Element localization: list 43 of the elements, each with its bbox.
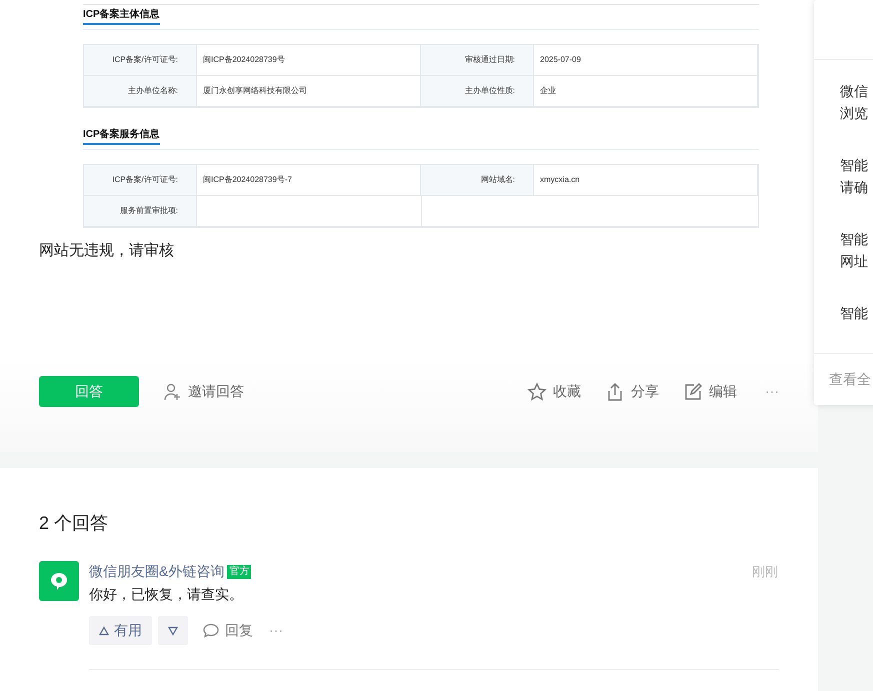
field-value: 闽ICP备2024028739号	[203, 54, 285, 66]
section-title: ICP备案服务信息	[83, 128, 160, 145]
reply-button[interactable]: 回复	[202, 620, 253, 641]
comment-icon	[202, 622, 220, 640]
field-value: xmycxia.cn	[540, 174, 580, 186]
field-label: 审核通过日期:	[464, 54, 515, 66]
field-value: 企业	[540, 85, 556, 97]
edit-button[interactable]: 编辑	[683, 376, 737, 407]
useful-button[interactable]: 有用	[89, 616, 152, 645]
field-label: ICP备案/许可证号:	[112, 54, 178, 66]
edit-icon	[683, 382, 703, 402]
recommended-text: 浏览	[840, 104, 869, 123]
chat-bubble-icon	[49, 571, 69, 591]
share-button[interactable]: 分享	[605, 376, 659, 407]
author-name[interactable]: 微信朋友圈&外链咨询	[89, 561, 224, 582]
downvote-button[interactable]	[158, 616, 188, 645]
recommended-text: 网址	[840, 252, 869, 271]
recommended-title[interactable]: 微信	[840, 80, 873, 102]
section-title: ICP备案主体信息	[83, 8, 160, 25]
answers-heading: 2 个回答	[39, 512, 110, 535]
recommended-title[interactable]: 智能	[840, 154, 873, 176]
star-icon	[527, 382, 547, 402]
recommended-title[interactable]: 智能	[840, 228, 873, 250]
field-label: 主办单位名称:	[128, 85, 178, 97]
field-value: 厦门永创享网络科技有限公司	[203, 85, 307, 97]
field-label: 服务前置审批项:	[120, 205, 178, 217]
triangle-up-icon	[99, 626, 109, 636]
recommended-title[interactable]: 智能	[840, 302, 873, 324]
star-button[interactable]: 收藏	[527, 376, 581, 407]
field-value: 闽ICP备2024028739号-7	[203, 174, 292, 186]
invite-button[interactable]: 邀请回答	[163, 376, 244, 407]
official-badge: 官方	[227, 564, 252, 578]
add-user-icon	[163, 382, 183, 402]
question-text: 网站无违规，请审核	[39, 241, 175, 261]
view-all-link[interactable]: 查看全	[829, 369, 871, 390]
answer-text: 你好，已恢复，请查实。	[89, 585, 244, 604]
recommended-text: 请确	[840, 178, 869, 197]
field-label: 主办单位性质:	[464, 85, 515, 97]
field-label: ICP备案/许可证号:	[112, 174, 178, 186]
field-value: 2025-07-09	[540, 54, 581, 66]
answer-time: 刚刚	[752, 562, 778, 581]
triangle-down-icon	[168, 626, 178, 636]
field-label: 网站域名:	[480, 174, 515, 186]
